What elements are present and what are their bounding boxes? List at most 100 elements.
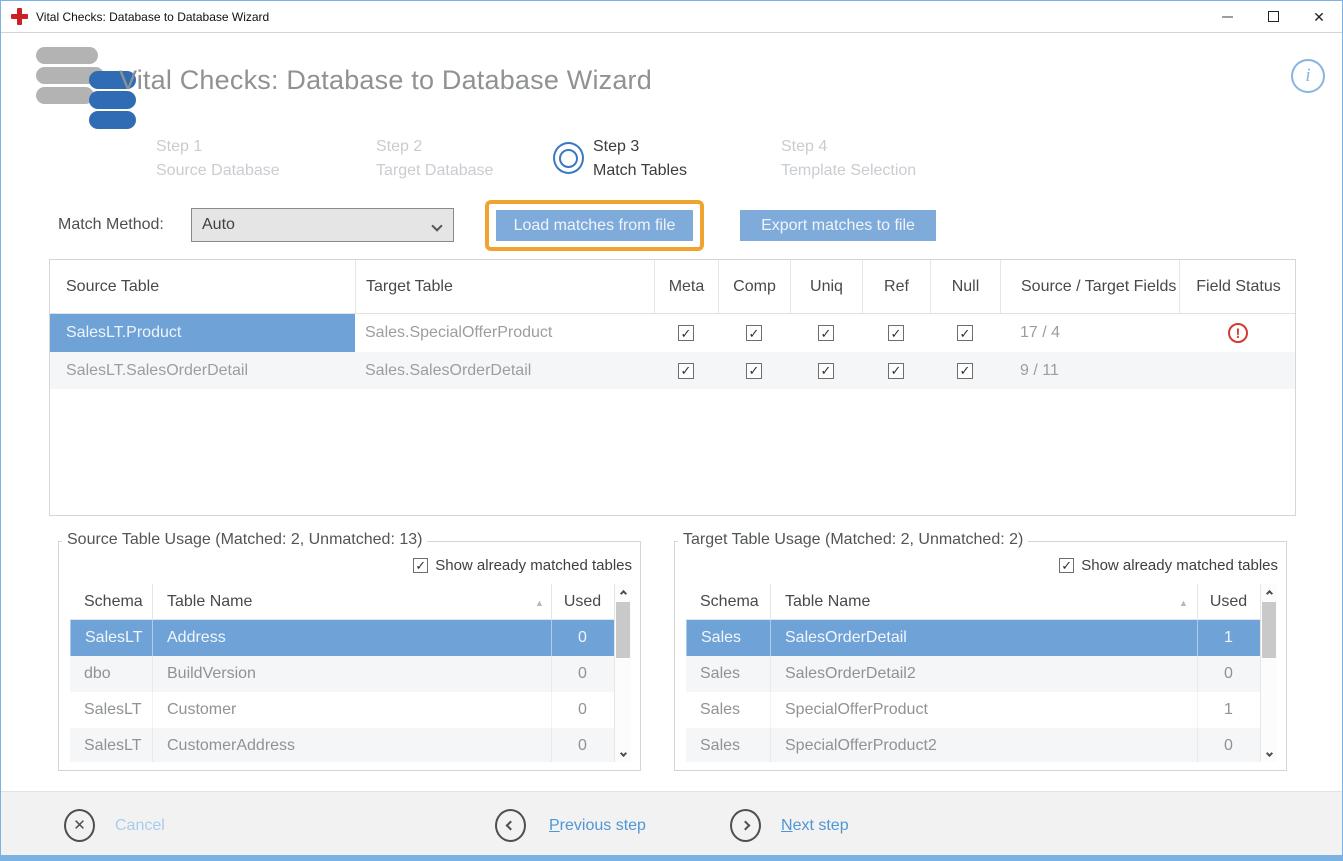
table-row[interactable]: SalesLT Customer 0 (70, 692, 631, 728)
meta-checkbox[interactable]: ✓ (678, 325, 694, 341)
match-method-select[interactable]: Auto (191, 208, 454, 242)
match-row-2[interactable]: SalesLT.SalesOrderDetail Sales.SalesOrde… (50, 352, 1295, 389)
scrollbar[interactable] (1260, 584, 1277, 762)
ref-checkbox[interactable]: ✓ (888, 363, 904, 379)
col-comp[interactable]: Comp (718, 260, 790, 313)
close-icon: ✕ (1313, 10, 1325, 24)
col-table-name[interactable]: Table Name (152, 584, 551, 620)
titlebar: Vital Checks: Database to Database Wizar… (1, 1, 1342, 33)
field-status-empty (1179, 352, 1297, 389)
wizard-window: Vital Checks: Database to Database Wizar… (0, 0, 1343, 861)
col-schema[interactable]: Schema (70, 584, 152, 620)
field-status-error-icon[interactable]: ! (1228, 323, 1248, 343)
step-4[interactable]: Step 4 Template Selection (781, 135, 916, 183)
info-icon[interactable]: i (1291, 59, 1325, 93)
uniq-checkbox[interactable]: ✓ (818, 325, 834, 341)
col-source-table[interactable]: Source Table (50, 260, 355, 313)
step-label: Target Database (376, 159, 493, 183)
load-matches-button[interactable]: Load matches from file (496, 210, 693, 241)
scroll-up-icon[interactable] (615, 585, 631, 601)
source-usage-title: Source Table Usage (Matched: 2, Unmatche… (62, 531, 427, 549)
table-row[interactable]: Sales SalesOrderDetail2 0 (686, 656, 1277, 692)
annotation-highlight: Load matches from file (485, 200, 704, 251)
step-name: Step 4 (781, 135, 916, 159)
window-title: Vital Checks: Database to Database Wizar… (36, 10, 269, 24)
next-step-button[interactable]: Next step (730, 809, 849, 842)
minimize-button[interactable] (1204, 1, 1250, 32)
col-uniq[interactable]: Uniq (790, 260, 862, 313)
match-method-value: Auto (202, 216, 235, 234)
null-checkbox[interactable]: ✓ (957, 363, 973, 379)
source-usage-groupbox: Source Table Usage (Matched: 2, Unmatche… (58, 541, 641, 771)
table-row[interactable]: SalesLT Address 0 (70, 620, 631, 656)
scroll-thumb[interactable] (616, 602, 630, 658)
usage-header-row: Schema Table Name Used ▲ (686, 584, 1277, 620)
target-table-cell[interactable]: Sales.SpecialOfferProduct (355, 314, 654, 352)
chevron-right-icon (730, 809, 761, 842)
scroll-down-icon[interactable] (615, 745, 631, 761)
table-row[interactable]: Sales SpecialOfferProduct 1 (686, 692, 1277, 728)
uniq-checkbox[interactable]: ✓ (818, 363, 834, 379)
maximize-button[interactable] (1250, 1, 1296, 32)
col-field-status[interactable]: Field Status (1179, 260, 1297, 313)
table-row[interactable]: dbo BuildVersion 0 (70, 656, 631, 692)
scrollbar[interactable] (614, 584, 631, 762)
table-row[interactable]: SalesLT CustomerAddress 0 (70, 728, 631, 762)
step-label: Source Database (156, 159, 280, 183)
logo-bar (89, 111, 136, 129)
null-checkbox[interactable]: ✓ (957, 325, 973, 341)
source-show-matched-checkbox[interactable]: ✓ Show already matched tables (413, 557, 632, 574)
table-row[interactable]: Sales SpecialOfferProduct2 0 (686, 728, 1277, 762)
cancel-button[interactable]: ✕ Cancel (64, 809, 165, 842)
previous-step-label: Previous step (549, 817, 646, 835)
scroll-up-icon[interactable] (1261, 585, 1277, 601)
sort-asc-icon: ▲ (1179, 598, 1188, 608)
match-row-1[interactable]: SalesLT.Product Sales.SpecialOfferProduc… (50, 314, 1295, 352)
step-1[interactable]: Step 1 Source Database (156, 135, 280, 183)
next-step-label: Next step (781, 817, 849, 835)
table-row[interactable]: Sales SalesOrderDetail 1 (686, 620, 1277, 656)
col-used[interactable]: Used (1197, 584, 1259, 620)
checkbox-icon: ✓ (1059, 558, 1074, 573)
window-controls: ✕ (1204, 1, 1342, 32)
col-table-name[interactable]: Table Name (770, 584, 1197, 620)
checkbox-icon: ✓ (413, 558, 428, 573)
target-usage-title: Target Table Usage (Matched: 2, Unmatche… (678, 531, 1028, 549)
usage-header-row: Schema Table Name Used ▲ (70, 584, 631, 620)
target-usage-table: Schema Table Name Used ▲ Sales SalesOrde… (686, 584, 1277, 762)
export-matches-button[interactable]: Export matches to file (740, 210, 936, 241)
meta-checkbox[interactable]: ✓ (678, 363, 694, 379)
scroll-thumb[interactable] (1262, 602, 1276, 658)
col-used[interactable]: Used (551, 584, 613, 620)
match-table-grid: Source Table Target Table Meta Comp Uniq… (49, 259, 1296, 516)
logo-bar (36, 87, 94, 104)
step-3-current[interactable]: Step 3 Match Tables (593, 135, 687, 183)
chevron-left-icon (495, 809, 526, 842)
comp-checkbox[interactable]: ✓ (746, 325, 762, 341)
source-table-cell[interactable]: SalesLT.Product (50, 314, 355, 352)
col-null[interactable]: Null (930, 260, 1000, 313)
source-usage-table: Schema Table Name Used ▲ SalesLT Address… (70, 584, 631, 762)
fields-count: 9 / 11 (1000, 352, 1179, 389)
close-button[interactable]: ✕ (1296, 1, 1342, 32)
col-source-target-fields[interactable]: Source / Target Fields (1000, 260, 1179, 313)
col-meta[interactable]: Meta (654, 260, 718, 313)
target-show-matched-checkbox[interactable]: ✓ Show already matched tables (1059, 557, 1278, 574)
col-target-table[interactable]: Target Table (355, 260, 654, 313)
source-table-cell[interactable]: SalesLT.SalesOrderDetail (50, 352, 355, 389)
app-cross-icon (11, 8, 28, 25)
col-ref[interactable]: Ref (862, 260, 930, 313)
grid-header-row: Source Table Target Table Meta Comp Uniq… (50, 260, 1295, 314)
target-table-cell[interactable]: Sales.SalesOrderDetail (355, 352, 654, 389)
previous-step-button[interactable]: Previous step (495, 809, 646, 842)
comp-checkbox[interactable]: ✓ (746, 363, 762, 379)
col-schema[interactable]: Schema (686, 584, 770, 620)
scroll-down-icon[interactable] (1261, 745, 1277, 761)
ref-checkbox[interactable]: ✓ (888, 325, 904, 341)
minimize-icon (1222, 16, 1233, 18)
fields-count: 17 / 4 (1000, 314, 1179, 352)
step-2[interactable]: Step 2 Target Database (376, 135, 493, 183)
checkbox-label: Show already matched tables (1081, 557, 1278, 574)
maximize-icon (1268, 11, 1279, 22)
step-name: Step 1 (156, 135, 280, 159)
